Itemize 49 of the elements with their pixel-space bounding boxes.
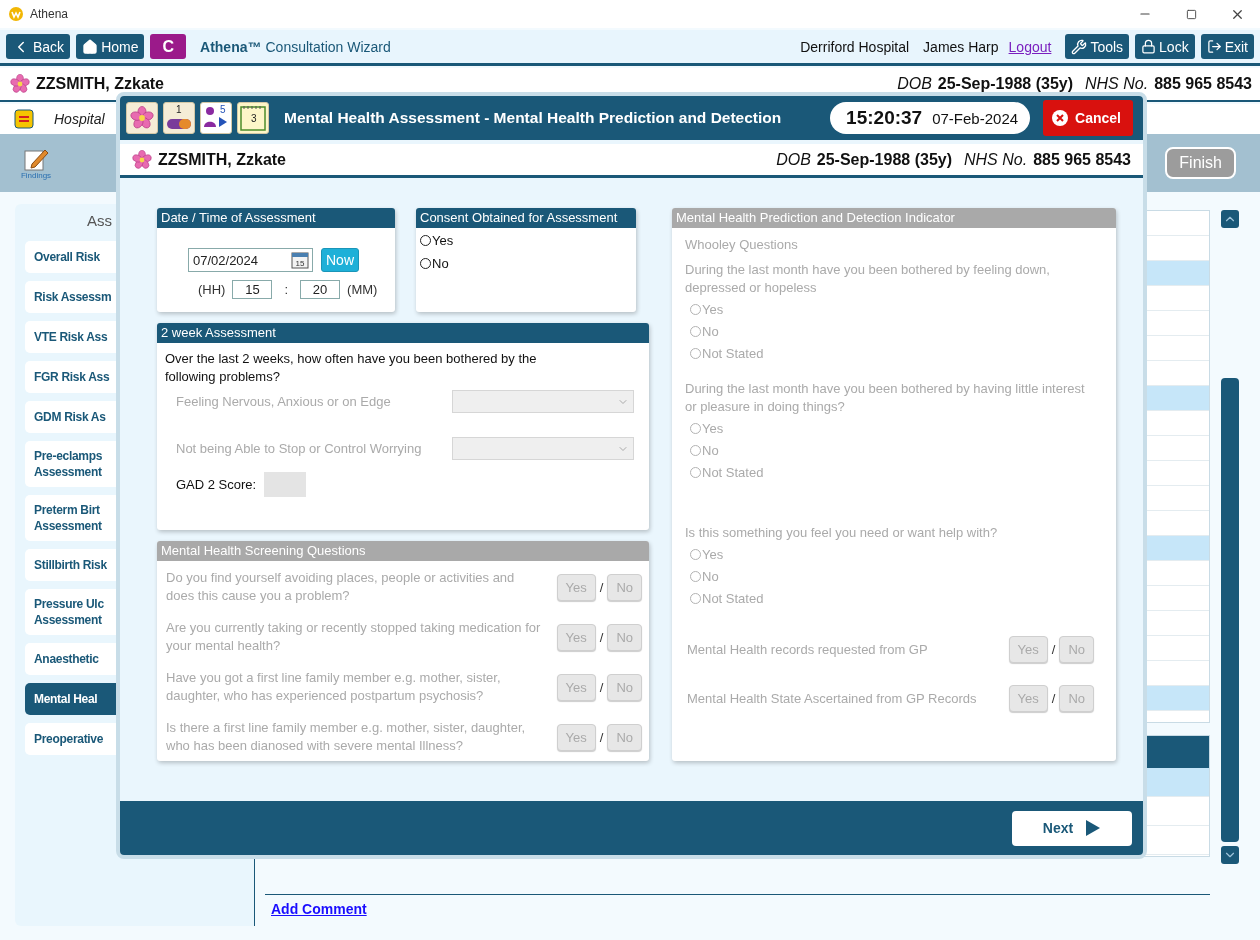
time-separator: : [284, 282, 289, 297]
panel-title: Mental Health Prediction and Detection Indicator [672, 208, 1116, 228]
sidebar-heading: Ass [87, 212, 112, 229]
app-subtitle: Consultation Wizard [265, 38, 391, 55]
panel-title: 2 week Assessment [157, 323, 649, 343]
slash-separator: / [599, 729, 604, 745]
panel-title: Consent Obtained for Assessment [416, 208, 636, 228]
question-label: Feeling Nervous, Anxious or on Edge [176, 394, 391, 409]
slash-separator: / [1051, 691, 1056, 706]
slash-separator: / [599, 679, 604, 695]
findings-label: Findings [20, 170, 52, 180]
panel-title: Date / Time of Assessment [157, 208, 395, 228]
question-text: During the last month have you been bothered by feeling down, depressed or hopeless [685, 261, 1051, 297]
clock-date: 07-Feb-2024 [932, 109, 1019, 127]
question-text: Mental Health records requested from GP [687, 642, 928, 657]
question-text: Do you find yourself avoiding places, people or activities and does this cause you a problem? [166, 569, 516, 605]
dialog-title: Mental Health Assessment - Mental Health Prediction and Detection [284, 109, 782, 127]
question-text: Are you currently taking or recently stopped taking medication for your mental health? [166, 619, 542, 655]
score-label: GAD 2 Score: [176, 477, 257, 492]
patient-name: ZZSMITH, Zzkate [36, 75, 164, 93]
app-name: Athena™ [200, 38, 262, 55]
nhs-value: 885 965 8543 [1154, 75, 1252, 93]
question-text: Is there a first line family member e.g. mother, sister, daughter, who has been dianosed with severe mental Illness? [166, 719, 527, 755]
question-label: Not being Able to Stop or Control Worrying [176, 441, 422, 456]
nhs-label: NHS No. [1085, 75, 1149, 93]
hours-label: (HH) [198, 282, 226, 297]
question-text: Have you got a first line family member e.g. mother, sister, daughter, who has experienced postpartum psychosis? [166, 669, 502, 705]
section-heading: Whooley Questions [685, 237, 799, 252]
question-text: During the last month have you been bothered by having little interest or pleasure in doing things? [685, 380, 1086, 416]
question-text: Mental Health State Ascertained from GP Records [687, 691, 977, 706]
hospital-label: Hospital [54, 111, 105, 127]
dob-value: 25-Sep-1988 (35y) [816, 150, 952, 169]
user-name: James Harp [923, 38, 999, 55]
slash-separator: / [1051, 642, 1056, 657]
dob-label: DOB [897, 75, 932, 93]
patient-name: ZZSMITH, Zzkate [158, 150, 286, 169]
question-text: Over the last 2 weeks, how often have you been bothered by the following problems? [165, 350, 538, 386]
slash-separator: / [599, 629, 604, 645]
panel-title: Mental Health Screening Questions [157, 541, 649, 561]
hospital-name: Derriford Hospital [800, 38, 910, 55]
clock-time: 15:20:37 [846, 107, 923, 129]
slash-separator: / [599, 579, 604, 595]
minutes-label: (MM) [347, 282, 378, 297]
question-text: Is this something you feel you need or want help with? [685, 524, 999, 542]
window-title: Athena [30, 7, 69, 21]
nhs-label: NHS No. [964, 150, 1028, 169]
nhs-value: 885 965 8543 [1033, 150, 1131, 169]
dob-label: DOB [776, 150, 811, 169]
dob-value: 25-Sep-1988 (35y) [937, 75, 1073, 93]
